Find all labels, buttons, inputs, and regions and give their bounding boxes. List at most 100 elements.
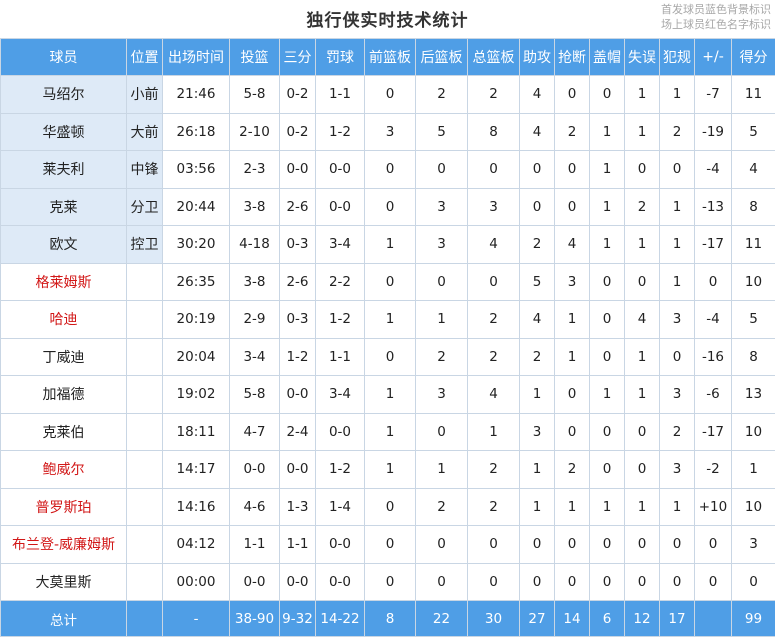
player-reb: 2: [467, 450, 520, 489]
player-ast: 4: [519, 300, 555, 339]
player-position: [126, 412, 163, 451]
player-points: 11: [731, 225, 775, 264]
player-minutes: 04:12: [162, 525, 230, 564]
table-row: 克莱伯 18:11 4-7 2-4 0-0 1 0 1 3 0 0 0 2 -17 10: [0, 412, 775, 451]
col-header-3p: 三分: [279, 38, 316, 76]
player-3p: 1-2: [279, 337, 316, 376]
player-stl: 0: [554, 525, 590, 564]
header-row: 球员 位置 出场时间 投篮 三分 罚球 前篮板 后篮板 总篮板 助攻 抢断 盖帽…: [0, 38, 775, 76]
totals-reb: 30: [467, 600, 520, 637]
player-reb: 4: [467, 375, 520, 414]
player-ast: 2: [519, 337, 555, 376]
player-dreb: 0: [415, 525, 468, 564]
player-ast: 0: [519, 562, 555, 601]
player-plusminus: +10: [694, 487, 732, 526]
player-tov: 1: [624, 75, 660, 114]
col-header-reb: 总篮板: [467, 38, 520, 76]
player-pf: 0: [659, 525, 695, 564]
player-minutes: 20:44: [162, 187, 230, 226]
player-3p: 1-3: [279, 487, 316, 526]
player-reb: 2: [467, 75, 520, 114]
player-3p: 0-0: [279, 375, 316, 414]
player-pf: 0: [659, 337, 695, 376]
totals-oreb: 8: [364, 600, 416, 637]
player-tov: 0: [624, 150, 660, 189]
player-oreb: 0: [364, 262, 416, 301]
player-name: 布兰登-威廉姆斯: [0, 525, 127, 564]
player-oreb: 1: [364, 300, 416, 339]
player-dreb: 1: [415, 450, 468, 489]
player-tov: 1: [624, 375, 660, 414]
player-fg: 1-1: [229, 525, 280, 564]
player-3p: 2-6: [279, 187, 316, 226]
player-ft: 1-1: [315, 337, 365, 376]
player-oreb: 0: [364, 487, 416, 526]
player-name: 莱夫利: [0, 150, 127, 189]
player-reb: 0: [467, 262, 520, 301]
player-reb: 0: [467, 150, 520, 189]
player-ft: 0-0: [315, 562, 365, 601]
player-reb: 0: [467, 525, 520, 564]
player-oreb: 0: [364, 75, 416, 114]
player-reb: 3: [467, 187, 520, 226]
player-3p: 0-3: [279, 225, 316, 264]
player-3p: 0-3: [279, 300, 316, 339]
player-ft: 1-2: [315, 300, 365, 339]
col-header-position: 位置: [126, 38, 163, 76]
player-reb: 0: [467, 562, 520, 601]
table-row: 华盛顿 大前 26:18 2-10 0-2 1-2 3 5 8 4 2 1 1 2 -19 5: [0, 112, 775, 151]
player-tov: 0: [624, 562, 660, 601]
totals-blk: 6: [589, 600, 625, 637]
player-position: [126, 300, 163, 339]
player-points: 10: [731, 262, 775, 301]
player-stl: 1: [554, 487, 590, 526]
player-ft: 0-0: [315, 187, 365, 226]
player-dreb: 0: [415, 562, 468, 601]
player-dreb: 3: [415, 375, 468, 414]
player-dreb: 5: [415, 112, 468, 151]
player-points: 8: [731, 187, 775, 226]
player-reb: 2: [467, 300, 520, 339]
player-ast: 4: [519, 75, 555, 114]
player-points: 10: [731, 412, 775, 451]
player-fg: 4-6: [229, 487, 280, 526]
player-blk: 0: [589, 300, 625, 339]
player-oreb: 0: [364, 337, 416, 376]
player-tov: 2: [624, 187, 660, 226]
player-3p: 0-0: [279, 450, 316, 489]
player-pf: 3: [659, 450, 695, 489]
player-ft: 0-0: [315, 150, 365, 189]
player-oreb: 1: [364, 450, 416, 489]
player-dreb: 0: [415, 150, 468, 189]
player-oreb: 3: [364, 112, 416, 151]
player-oreb: 0: [364, 150, 416, 189]
player-points: 10: [731, 487, 775, 526]
player-blk: 1: [589, 150, 625, 189]
col-header-ast: 助攻: [519, 38, 555, 76]
player-position: [126, 337, 163, 376]
player-blk: 0: [589, 525, 625, 564]
player-dreb: 1: [415, 300, 468, 339]
player-blk: 0: [589, 412, 625, 451]
player-fg: 0-0: [229, 562, 280, 601]
player-dreb: 0: [415, 262, 468, 301]
col-header-stl: 抢断: [554, 38, 590, 76]
player-oreb: 1: [364, 375, 416, 414]
player-tov: 0: [624, 262, 660, 301]
player-stl: 0: [554, 187, 590, 226]
player-dreb: 2: [415, 75, 468, 114]
player-ast: 1: [519, 450, 555, 489]
player-plusminus: -13: [694, 187, 732, 226]
col-header-blk: 盖帽: [589, 38, 625, 76]
player-pf: 1: [659, 187, 695, 226]
player-name: 华盛顿: [0, 112, 127, 151]
totals-pf: 17: [659, 600, 695, 637]
player-minutes: 19:02: [162, 375, 230, 414]
player-blk: 1: [589, 112, 625, 151]
player-pf: 1: [659, 225, 695, 264]
player-minutes: 26:18: [162, 112, 230, 151]
player-blk: 0: [589, 450, 625, 489]
player-stl: 1: [554, 300, 590, 339]
player-stl: 4: [554, 225, 590, 264]
player-fg: 4-7: [229, 412, 280, 451]
